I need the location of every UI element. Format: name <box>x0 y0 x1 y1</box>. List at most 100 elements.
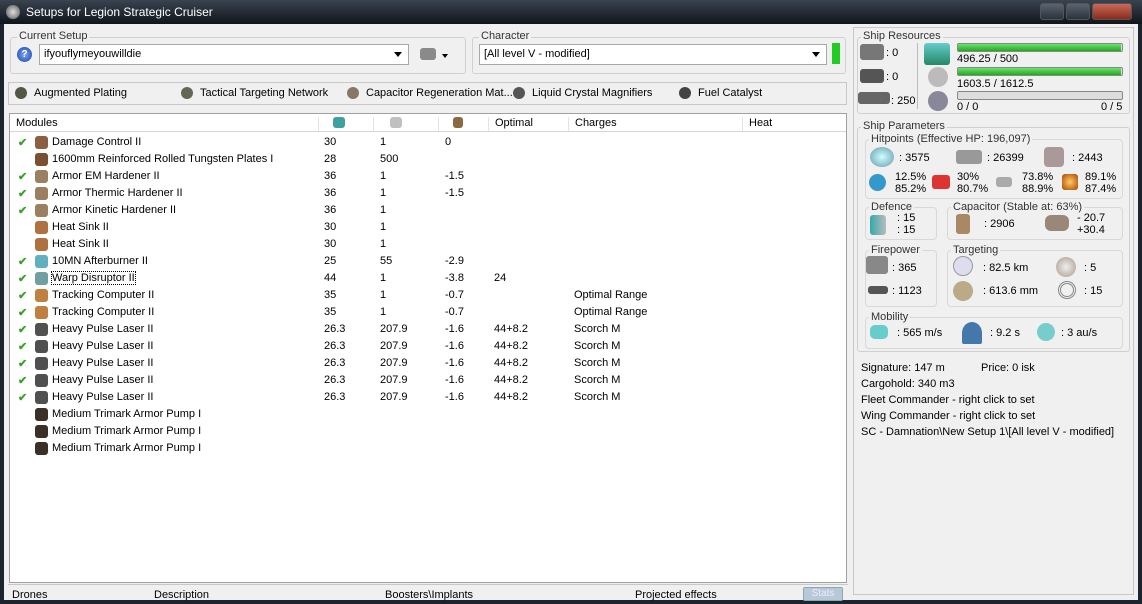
volley-value: : 1123 <box>892 285 922 297</box>
module-row[interactable]: ✔ Tracking Computer II 35 1 -0.7 Optimal… <box>10 287 846 304</box>
module-row[interactable]: ✔ Armor Thermic Hardener II 36 1 -1.5 <box>10 185 846 202</box>
check-icon: ✔ <box>18 375 28 387</box>
setup-dropdown[interactable]: ifyouflymeyouwilldie <box>39 44 409 65</box>
targeting-range-icon <box>953 256 973 276</box>
module-row[interactable]: Medium Trimark Armor Pump I <box>10 406 846 423</box>
header-optimal[interactable]: Optimal <box>488 117 568 131</box>
module-cpu: 36 <box>324 170 337 182</box>
hitpoints-label: Hitpoints (Effective HP: 196,097) <box>869 133 1033 145</box>
chevron-down-icon <box>394 52 402 57</box>
module-icon <box>35 255 48 268</box>
drones-active-value: 0 / 5 <box>1101 101 1123 113</box>
module-name: Armor Thermic Hardener II <box>52 187 183 199</box>
chevron-down-icon <box>812 52 820 57</box>
module-row[interactable]: ✔ Armor Kinetic Hardener II 36 1 <box>10 202 846 219</box>
close-button[interactable] <box>1092 3 1132 20</box>
module-name: Medium Trimark Armor Pump I <box>52 442 202 454</box>
header-charges[interactable]: Charges <box>568 117 742 131</box>
max-targets: : 5 <box>1084 262 1097 274</box>
module-row[interactable]: ✔ Heavy Pulse Laser II 26.3 207.9 -1.6 4… <box>10 321 846 338</box>
minimize-button[interactable] <box>1040 3 1064 20</box>
module-powergrid: 1 <box>380 170 387 182</box>
character-value: [All level V - modified] <box>484 48 590 60</box>
module-name: Damage Control II <box>52 136 142 148</box>
thermal-resists: 30% 80.7% <box>957 171 988 195</box>
setup-value: ifyouflymeyouwilldie <box>44 48 142 60</box>
module-row[interactable]: ✔ Damage Control II 30 1 0 <box>10 134 846 151</box>
launcher-icon <box>860 69 884 83</box>
module-name: Heat Sink II <box>52 238 109 250</box>
header-capacitor[interactable] <box>438 117 488 131</box>
wing-commander[interactable]: Wing Commander - right click to set <box>861 410 1035 422</box>
sensor-value: : 613.6 mm <box>983 285 1039 297</box>
module-powergrid: 207.9 <box>380 357 408 369</box>
subsystem-item[interactable]: Liquid Crystal Magnifiers <box>532 87 652 99</box>
subsystem-item[interactable]: Tactical Targeting Network <box>200 87 328 99</box>
module-cpu: 44 <box>324 272 337 284</box>
subsystem-icon <box>181 87 193 99</box>
stats-button[interactable]: Stats <box>803 587 843 601</box>
module-row[interactable]: ✔ Heavy Pulse Laser II 26.3 207.9 -1.6 4… <box>10 389 846 406</box>
window-title: Setups for Legion Strategic Cruiser <box>26 5 213 19</box>
drone-bay-value: : 250 <box>891 95 916 107</box>
module-row[interactable]: Heat Sink II 30 1 <box>10 236 846 253</box>
maximize-button[interactable] <box>1066 3 1090 20</box>
chevron-down-icon[interactable] <box>442 54 448 58</box>
module-row[interactable]: ✔ Armor EM Hardener II 36 1 -1.5 <box>10 168 846 185</box>
armor-icon <box>956 150 982 164</box>
module-row[interactable]: ✔ 10MN Afterburner II 25 55 -2.9 <box>10 253 846 270</box>
module-row[interactable]: 1600mm Reinforced Rolled Tungsten Plates… <box>10 151 846 168</box>
character-dropdown[interactable]: [All level V - modified] <box>479 44 827 65</box>
current-setup-label: Current Setup <box>17 30 90 42</box>
module-row[interactable]: Medium Trimark Armor Pump I <box>10 423 846 440</box>
module-row[interactable]: Heat Sink II 30 1 <box>10 219 846 236</box>
header-cpu[interactable] <box>318 117 373 131</box>
module-cpu: 36 <box>324 187 337 199</box>
help-icon[interactable]: ? <box>17 47 32 62</box>
tab-drones[interactable]: Drones <box>12 589 47 601</box>
module-powergrid: 207.9 <box>380 323 408 335</box>
module-optimal: 44+8.2 <box>494 357 528 369</box>
tab-projected-effects[interactable]: Projected effects <box>635 589 717 601</box>
header-heat[interactable]: Heat <box>742 117 846 131</box>
drone-bandwidth-value: 0 / 0 <box>957 101 979 113</box>
turret-slots: : 0 <box>886 47 899 59</box>
capacitor-label: Capacitor (Stable at: 63%) <box>951 201 1085 213</box>
subsystem-item[interactable]: Augmented Plating <box>34 87 127 99</box>
module-name: Heavy Pulse Laser II <box>52 340 154 352</box>
setup-path: SC - Damnation\New Setup 1\[All level V … <box>861 426 1115 438</box>
module-optimal: 44+8.2 <box>494 374 528 386</box>
module-row[interactable]: Medium Trimark Armor Pump I <box>10 440 846 457</box>
module-icon <box>35 204 48 217</box>
fleet-commander[interactable]: Fleet Commander - right click to set <box>861 394 1035 406</box>
module-name: Heavy Pulse Laser II <box>52 374 154 386</box>
module-row[interactable]: ✔ Tracking Computer II 35 1 -0.7 Optimal… <box>10 304 846 321</box>
thermal-armor-resist: 80.7% <box>957 183 989 195</box>
em-shield-resist: 12.5% <box>895 171 927 183</box>
header-modules[interactable]: Modules <box>10 117 58 131</box>
module-capacitor: -3.8 <box>445 272 464 284</box>
module-charge: Scorch M <box>574 340 621 352</box>
subsystem-item[interactable]: Capacitor Regeneration Mat... <box>366 87 513 99</box>
cpu-icon <box>924 43 950 65</box>
tab-description[interactable]: Description <box>154 589 209 601</box>
module-name: Heavy Pulse Laser II <box>52 323 154 335</box>
drone-bay-icon <box>858 92 890 104</box>
module-cpu: 26.3 <box>324 391 346 403</box>
module-name: Medium Trimark Armor Pump I <box>52 425 202 437</box>
module-icon <box>35 187 48 200</box>
module-row[interactable]: ✔ Heavy Pulse Laser II 26.3 207.9 -1.6 4… <box>10 338 846 355</box>
tab-boosters-implants[interactable]: Boosters\Implants <box>385 589 473 601</box>
header-powergrid[interactable] <box>373 117 438 131</box>
module-row[interactable]: ✔ Heavy Pulse Laser II 26.3 207.9 -1.6 4… <box>10 372 846 389</box>
module-row[interactable]: ✔ Heavy Pulse Laser II 26.3 207.9 -1.6 4… <box>10 355 846 372</box>
module-row[interactable]: ✔ Warp Disruptor II 44 1 -3.8 24 <box>10 270 846 287</box>
subsystem-item[interactable]: Fuel Catalyst <box>698 87 762 99</box>
module-name: 1600mm Reinforced Rolled Tungsten Plates… <box>52 153 274 165</box>
ship-menu-icon[interactable] <box>420 48 436 60</box>
defence-value-2: : 15 <box>897 224 916 236</box>
module-cpu: 30 <box>324 136 337 148</box>
modules-header: Modules Optimal Charges Heat <box>10 114 846 132</box>
subsystem-icon <box>679 87 691 99</box>
ship-parameters-label: Ship Parameters <box>861 120 947 132</box>
